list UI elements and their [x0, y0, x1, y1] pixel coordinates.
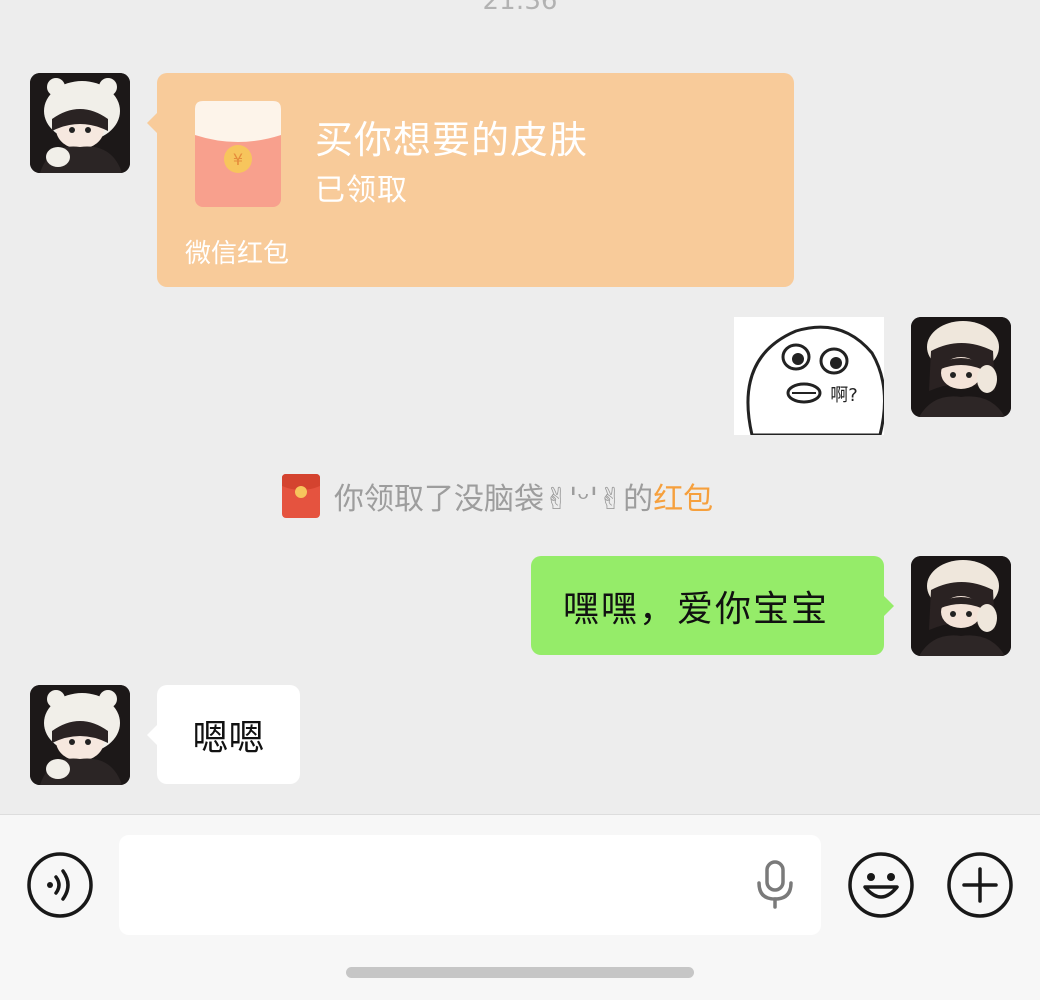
contact-avatar[interactable] [30, 73, 130, 173]
red-packet-envelope-icon: ¥ [195, 101, 281, 207]
sent-message-bubble[interactable]: 嘿嘿，爱你宝宝 [531, 556, 894, 655]
home-indicator[interactable] [346, 967, 694, 978]
my-avatar[interactable] [911, 317, 1011, 417]
message-input[interactable] [119, 835, 821, 935]
red-packet-title: 买你想要的皮肤 [315, 118, 589, 162]
red-packet-status: 已领取 [315, 173, 408, 208]
red-packet-icon [282, 474, 320, 518]
chat-screen: 21:36 ¥ 买你想要的皮肤 已领取 微信红包 啊? 你领取了没脑袋✌'ᵕ'✌… [0, 0, 1040, 1000]
chat-input-bar [0, 814, 1040, 1000]
voice-toggle-icon[interactable] [26, 851, 94, 919]
system-notice-text: 你领取了没脑袋✌'ᵕ'✌的 [334, 482, 654, 517]
system-notice: 你领取了没脑袋✌'ᵕ'✌的 红包 [282, 474, 713, 518]
svg-text:¥: ¥ [233, 150, 243, 169]
my-avatar[interactable] [911, 556, 1011, 656]
sticker-caption: 啊? [830, 385, 858, 406]
red-packet-link[interactable]: 红包 [653, 474, 713, 518]
emoji-icon[interactable] [847, 851, 915, 919]
message-timestamp: 21:36 [482, 0, 558, 16]
microphone-icon[interactable] [754, 859, 796, 909]
red-packet-footer: 微信红包 [185, 239, 290, 269]
received-message-bubble[interactable]: 嗯嗯 [147, 685, 300, 784]
plus-icon[interactable] [946, 851, 1014, 919]
red-packet-card[interactable]: ¥ 买你想要的皮肤 已领取 微信红包 [147, 73, 794, 287]
sticker-message[interactable]: 啊? [734, 317, 886, 437]
contact-avatar[interactable] [30, 685, 130, 785]
